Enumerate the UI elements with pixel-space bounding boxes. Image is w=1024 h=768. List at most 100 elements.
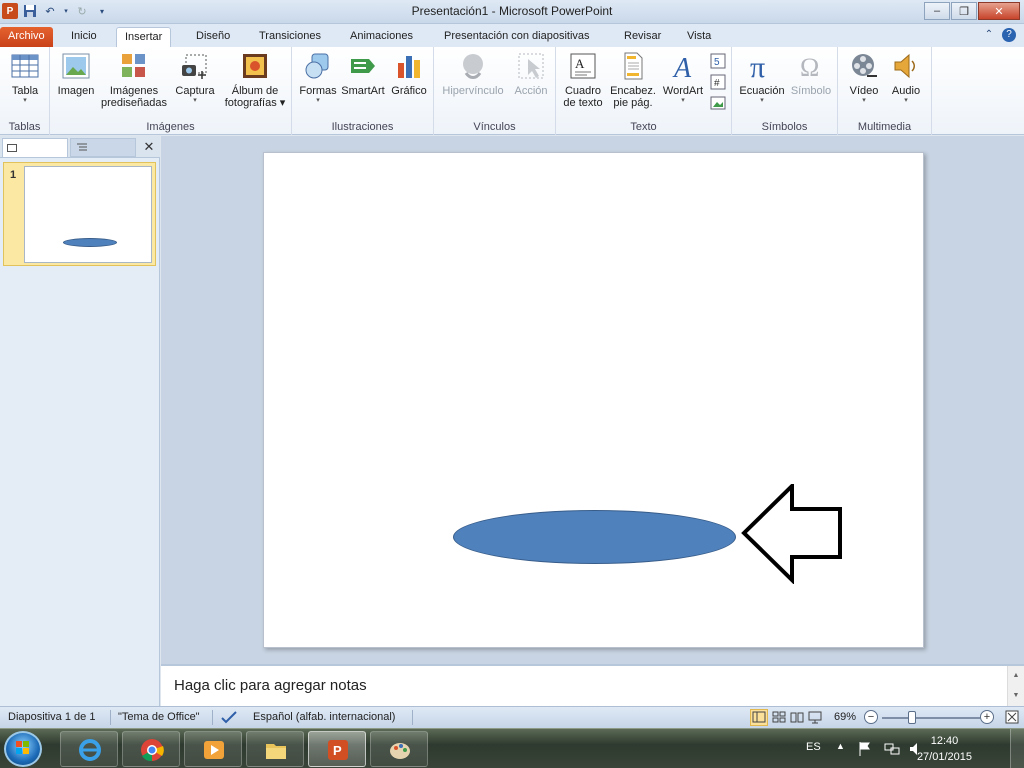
left-arrow-shape[interactable] <box>740 484 844 584</box>
slide-sorter-button[interactable] <box>770 709 788 726</box>
undo-dropdown-icon[interactable]: ▾ <box>62 3 70 19</box>
slides-pane-tabs: ✕ <box>0 136 160 158</box>
zoom-slider-thumb[interactable] <box>908 711 916 724</box>
undo-icon[interactable]: ↶ <box>42 3 58 19</box>
smartart-button[interactable]: SmartArt <box>340 51 386 97</box>
language-status[interactable]: Español (alfab. internacional) <box>253 711 395 723</box>
speaker-icon <box>894 53 915 79</box>
oval-shape[interactable] <box>453 510 736 564</box>
outline-icon <box>77 143 87 151</box>
taskbar-file-explorer[interactable] <box>246 731 304 767</box>
slideshow-button[interactable] <box>806 709 824 726</box>
help-icon[interactable]: ? <box>1002 28 1016 42</box>
slide-thumbnail[interactable] <box>24 166 152 263</box>
notes-scrollbar[interactable]: ▲ ▼ <box>1007 666 1024 706</box>
network-icon[interactable] <box>884 741 900 768</box>
tab-outline[interactable] <box>70 138 136 157</box>
notes-pane[interactable]: Haga clic para agregar notas ▲ ▼ <box>161 664 1024 706</box>
tab-inicio[interactable]: Inicio <box>63 27 105 47</box>
tab-transiciones[interactable]: Transiciones <box>251 27 329 47</box>
imagenes-prediseñadas-button[interactable]: Imágenes prediseñadas <box>100 51 168 109</box>
reading-view-icon <box>790 712 804 723</box>
ribbon-help-area: ⌃ ? <box>982 28 1016 42</box>
minimize-button[interactable]: ‒ <box>924 2 950 20</box>
svg-text:P: P <box>333 743 342 758</box>
screenshot-icon <box>182 54 207 79</box>
hyperlink-icon <box>463 54 483 79</box>
save-icon[interactable] <box>22 3 38 19</box>
group-imagenes: Imagen Imágenes prediseñadas Captura ▾ Á… <box>50 47 292 135</box>
table-icon <box>11 54 39 78</box>
accion-button[interactable]: Acción <box>510 51 552 97</box>
zoom-level[interactable]: 69% <box>834 711 856 723</box>
tab-animaciones[interactable]: Animaciones <box>342 27 421 47</box>
scroll-down-icon[interactable]: ▼ <box>1008 686 1024 706</box>
customize-qat-icon[interactable]: ▾ <box>94 3 110 19</box>
cuadro-texto-button[interactable]: A Cuadro de texto <box>560 51 606 109</box>
wordart-button[interactable]: A WordArt ▾ <box>660 51 706 105</box>
close-button[interactable]: ✕ <box>978 2 1020 20</box>
svg-text:#: # <box>714 78 720 89</box>
object-icon[interactable] <box>710 95 726 111</box>
show-desktop-button[interactable] <box>1010 729 1024 768</box>
tab-archivo[interactable]: Archivo <box>0 27 53 47</box>
video-button[interactable]: Vídeo ▾ <box>844 51 884 105</box>
zoom-slider-track[interactable] <box>882 717 980 719</box>
hipervinculo-button[interactable]: Hipervínculo <box>440 51 506 97</box>
formas-button[interactable]: Formas ▾ <box>297 51 339 105</box>
encabezado-pie-button[interactable]: Encabez. pie pág. <box>608 51 658 109</box>
taskbar-internet-explorer[interactable] <box>60 731 118 767</box>
close-pane-icon[interactable]: ✕ <box>141 138 157 156</box>
taskbar-media-player[interactable] <box>184 731 242 767</box>
normal-view-button[interactable] <box>750 709 768 726</box>
tab-vista[interactable]: Vista <box>679 27 719 47</box>
tab-presentacion[interactable]: Presentación con diapositivas <box>436 27 598 47</box>
scroll-up-icon[interactable]: ▲ <box>1008 666 1024 686</box>
ecuacion-button[interactable]: π Ecuación ▾ <box>736 51 788 105</box>
slide-number-icon[interactable]: 5 <box>710 53 726 69</box>
maximize-button[interactable]: ❐ <box>951 2 977 20</box>
slide-thumbnail-selected[interactable]: 1 <box>3 162 156 266</box>
zoom-out-button[interactable]: − <box>864 710 878 724</box>
simbolo-button[interactable]: Ω Símbolo <box>788 51 834 97</box>
group-simbolos: π Ecuación ▾ Ω Símbolo Símbolos <box>732 47 838 135</box>
zoom-in-button[interactable]: + <box>980 710 994 724</box>
action-center-flag-icon[interactable] <box>858 741 872 768</box>
omega-icon: Ω <box>800 53 819 81</box>
fit-to-window-icon[interactable] <box>1004 709 1020 725</box>
slide-number: 1 <box>10 169 17 181</box>
spelling-check-icon[interactable] <box>220 710 238 724</box>
notes-placeholder[interactable]: Haga clic para agregar notas <box>174 677 367 694</box>
internet-explorer-icon <box>79 739 101 761</box>
captura-button[interactable]: Captura ▾ <box>172 51 218 105</box>
grafico-button[interactable]: Gráfico <box>388 51 430 97</box>
taskbar-paint[interactable] <box>370 731 428 767</box>
date-time-icon[interactable]: # <box>710 74 726 90</box>
minimize-ribbon-icon[interactable]: ⌃ <box>982 28 996 42</box>
powerpoint-app-icon[interactable]: P <box>2 3 18 19</box>
show-hidden-icons[interactable]: ▲ <box>836 741 845 768</box>
taskbar-chrome[interactable] <box>122 731 180 767</box>
header-footer-icon <box>624 52 643 80</box>
folder-icon <box>266 744 286 759</box>
imagen-button[interactable]: Imagen <box>55 51 97 97</box>
slide-canvas[interactable] <box>263 152 924 648</box>
album-fotografias-button[interactable]: Álbum de fotografías ▾ <box>220 51 290 109</box>
input-language[interactable]: ES <box>806 741 821 768</box>
start-button[interactable] <box>4 731 42 767</box>
tab-diseno[interactable]: Diseño <box>188 27 238 47</box>
windows-logo-icon <box>16 741 29 754</box>
tabla-button[interactable]: Tabla ▾ <box>6 51 44 105</box>
audio-button[interactable]: Audio ▾ <box>886 51 926 105</box>
reading-view-button[interactable] <box>788 709 806 726</box>
redo-icon[interactable]: ↻ <box>74 3 90 19</box>
clock-date: 27/01/2015 <box>916 751 972 763</box>
tab-insertar[interactable]: Insertar <box>116 27 172 47</box>
group-multimedia: Vídeo ▾ Audio ▾ Multimedia <box>838 47 932 135</box>
taskbar-powerpoint[interactable]: P <box>308 731 366 767</box>
ribbon-tabs: Archivo Inicio Insertar Diseño Transicio… <box>0 24 1024 47</box>
tab-slides[interactable] <box>2 138 68 157</box>
group-vinculos: Hipervínculo Acción Vínculos <box>434 47 556 135</box>
system-clock[interactable]: 12:40 27/01/2015 <box>917 733 972 765</box>
tab-revisar[interactable]: Revisar <box>616 27 669 47</box>
